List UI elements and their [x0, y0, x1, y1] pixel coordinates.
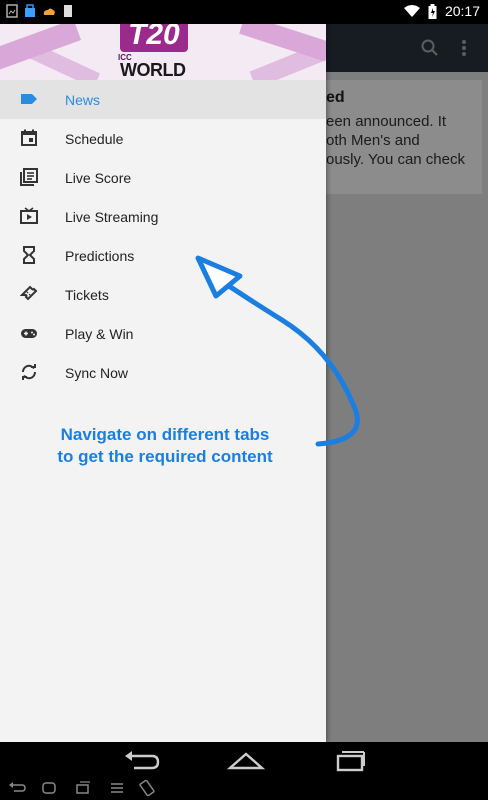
menu-item-label: Sync Now: [65, 364, 129, 381]
menu-item-label: Predictions: [65, 247, 135, 264]
menu-item-tickets[interactable]: Tickets: [0, 275, 326, 314]
menu-item-label: Live Streaming: [65, 208, 159, 225]
navigation-drawer: T20 ICC WORLD News Schedule Live Score L…: [0, 24, 326, 742]
home-icon[interactable]: [226, 748, 266, 774]
menu-item-label: Schedule: [65, 130, 124, 147]
menu-item-label: Tickets: [65, 286, 109, 303]
battery-icon: [428, 3, 437, 19]
wifi-icon: [403, 5, 420, 17]
ticket-icon: [20, 285, 38, 301]
menu-item-label: Live Score: [65, 169, 132, 186]
header-decoration: [29, 43, 101, 80]
secondary-nav-bar: [0, 778, 488, 800]
logo-world-text: WORLD: [120, 60, 186, 80]
annotation-line-1: Navigate on different tabs: [60, 425, 270, 444]
annotation-line-2: to get the required content: [57, 447, 273, 466]
menu-item-play-win[interactable]: Play & Win: [0, 314, 326, 353]
menu-item-predictions[interactable]: Predictions: [0, 236, 326, 275]
recent-apps-icon[interactable]: [330, 748, 370, 774]
status-bar: 20:17: [0, 0, 488, 24]
label-icon: [21, 94, 37, 104]
bag-icon: [25, 4, 35, 17]
menu-item-live-score[interactable]: Live Score: [0, 158, 326, 197]
status-right: 20:17: [403, 3, 480, 19]
gamepad-icon: [21, 329, 37, 338]
menu-item-live-streaming[interactable]: Live Streaming: [0, 197, 326, 236]
logo-t20-text: T20: [120, 24, 188, 52]
small-recent-icon[interactable]: [74, 780, 92, 796]
menu-item-schedule[interactable]: Schedule: [0, 119, 326, 158]
clock: 20:17: [444, 3, 480, 19]
drawer-header: T20 ICC WORLD: [0, 24, 326, 80]
notification-icons: [6, 4, 74, 18]
small-home-icon[interactable]: [40, 780, 58, 796]
video-icon: [20, 207, 38, 224]
small-menu-icon[interactable]: [108, 780, 126, 796]
menu-item-sync-now[interactable]: Sync Now: [0, 353, 326, 392]
back-icon[interactable]: [122, 748, 162, 774]
annotation-text: Navigate on different tabs to get the re…: [0, 424, 330, 468]
menu-item-label: News: [65, 91, 101, 108]
newspaper-icon: [20, 168, 38, 186]
hourglass-icon: [23, 246, 35, 264]
image-icon: [6, 4, 18, 18]
sd-card-icon: [64, 5, 72, 17]
rotate-icon[interactable]: [138, 780, 156, 796]
navigation-bar: [0, 742, 488, 800]
menu-item-label: Play & Win: [65, 325, 134, 342]
menu-item-news[interactable]: News: [0, 80, 326, 119]
small-back-icon[interactable]: [8, 780, 26, 796]
drawer-menu: News Schedule Live Score Live Streaming …: [0, 80, 326, 392]
cloud-icon: [43, 8, 55, 15]
sync-icon: [21, 364, 37, 380]
t20-world-logo: T20 ICC WORLD: [112, 24, 222, 80]
calendar-icon: [21, 129, 37, 146]
